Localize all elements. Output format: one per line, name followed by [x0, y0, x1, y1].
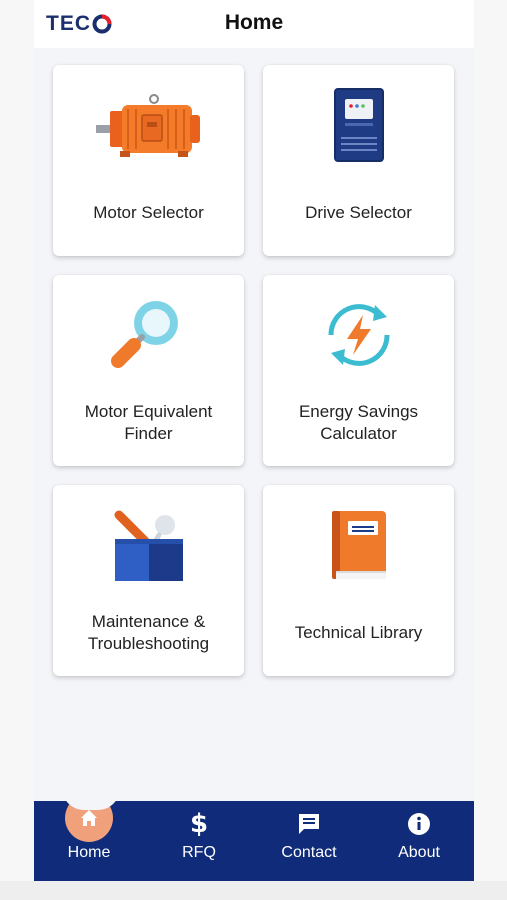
tile-label-line: Technical Library — [294, 623, 423, 642]
nav-label: Home — [67, 844, 111, 861]
tile-label-line: Motor Equivalent — [84, 402, 213, 421]
tile-label-line: Calculator — [320, 424, 397, 443]
dollar-icon: $ — [189, 809, 209, 839]
nav-contact[interactable]: Contact — [254, 801, 364, 881]
tile-drive-selector[interactable]: Drive Selector — [263, 65, 454, 256]
tile-label: Maintenance & Troubleshooting — [61, 603, 236, 663]
info-icon — [364, 811, 474, 837]
tile-label-line: Troubleshooting — [87, 634, 210, 653]
tile-energy-savings-calculator[interactable]: Energy Savings Calculator — [263, 275, 454, 466]
right-margin — [474, 0, 507, 900]
motor-icon — [53, 85, 244, 165]
nav-label: Contact — [281, 844, 337, 861]
tile-label: Energy Savings Calculator — [271, 393, 446, 453]
tile-label: Motor Equivalent Finder — [61, 393, 236, 453]
tile-motor-selector[interactable]: Motor Selector — [53, 65, 244, 256]
page-title: Home — [224, 11, 284, 34]
book-icon — [263, 505, 454, 585]
tile-label: Technical Library — [271, 603, 446, 663]
left-margin — [0, 0, 34, 900]
home-icon — [81, 810, 97, 826]
bottom-nav: Home $ RFQ Contact About — [34, 794, 474, 881]
nav-rfq[interactable]: $ RFQ — [144, 801, 254, 881]
tile-label-line: Energy Savings — [298, 402, 419, 421]
nav-home[interactable]: Home — [34, 794, 144, 881]
tile-technical-library[interactable]: Technical Library — [263, 485, 454, 676]
top-bar: TEC Home — [34, 0, 474, 48]
app-screen: TEC Home Motor Selector Drive Selector M… — [34, 0, 474, 881]
drive-icon — [263, 85, 454, 165]
tile-label-line: Finder — [124, 424, 173, 443]
tile-label: Motor Selector — [61, 183, 236, 243]
tile-motor-equivalent-finder[interactable]: Motor Equivalent Finder — [53, 275, 244, 466]
tile-maintenance-troubleshooting[interactable]: Maintenance & Troubleshooting — [53, 485, 244, 676]
magnifier-icon — [53, 295, 244, 375]
toolbox-icon — [53, 505, 244, 585]
nav-label: About — [398, 844, 440, 861]
nav-label: RFQ — [182, 844, 216, 861]
energy-icon — [263, 295, 454, 375]
nav-about[interactable]: About — [364, 801, 474, 881]
tile-label: Drive Selector — [271, 183, 446, 243]
tile-label-line: Maintenance & — [91, 612, 206, 631]
system-bar — [0, 881, 507, 900]
tile-label-line: Drive Selector — [305, 203, 412, 222]
tile-label-line: Motor Selector — [93, 203, 204, 222]
chat-icon — [254, 811, 364, 837]
